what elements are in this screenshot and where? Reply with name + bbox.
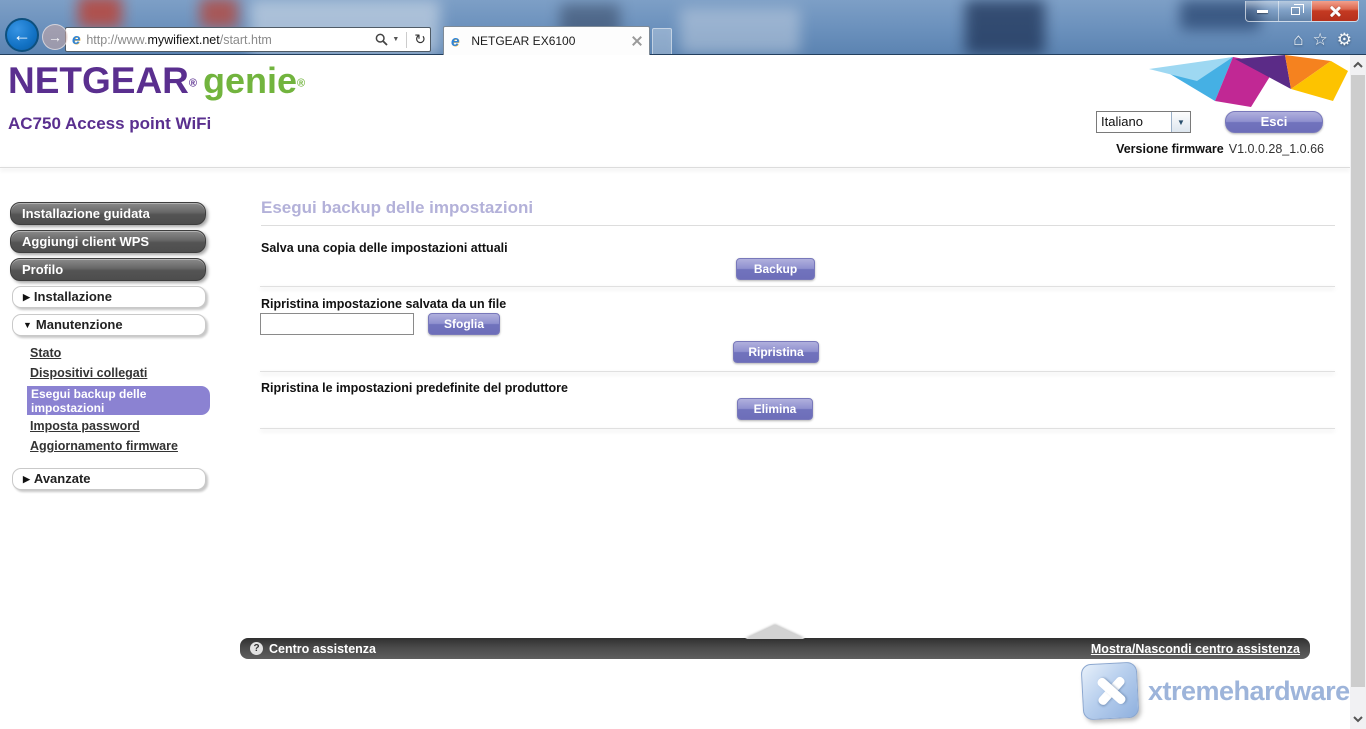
restore-button[interactable] bbox=[1279, 1, 1312, 21]
sidebar-group-manutenzione[interactable]: ▼Manutenzione bbox=[12, 314, 206, 336]
chevron-right-icon: ▶ bbox=[23, 292, 30, 302]
watermark: xtremehardware.com bbox=[1082, 663, 1366, 719]
desktop-blur-decoration bbox=[680, 8, 800, 54]
gear-icon[interactable]: ⚙ bbox=[1337, 29, 1352, 51]
backup-button[interactable]: Backup bbox=[736, 258, 815, 280]
scroll-down-icon[interactable] bbox=[1352, 713, 1364, 725]
product-title: AC750 Access point WiFi bbox=[8, 114, 211, 134]
favorites-star-icon[interactable]: ☆ bbox=[1313, 29, 1328, 51]
restore-section-label: Ripristina impostazione salvata da un fi… bbox=[261, 297, 506, 311]
language-selected-value: Italiano bbox=[1097, 112, 1171, 132]
home-icon[interactable]: ⌂ bbox=[1293, 29, 1303, 51]
factory-reset-section-label: Ripristina le impostazioni predefinite d… bbox=[261, 381, 568, 395]
new-tab-button[interactable] bbox=[652, 28, 672, 54]
desktop-blur-decoration bbox=[78, 0, 122, 28]
page-title: Esegui backup delle impostazioni bbox=[261, 198, 1335, 226]
backup-section-label: Salva una copia delle impostazioni attua… bbox=[261, 241, 508, 255]
sidebar-link-esegui-backup-selected[interactable]: Esegui backup delle impostazioni bbox=[27, 386, 210, 415]
forward-button[interactable]: → bbox=[42, 24, 68, 50]
desktop-blur-decoration bbox=[965, 0, 1045, 55]
forward-arrow-icon: → bbox=[48, 29, 62, 45]
logout-button[interactable]: Esci bbox=[1225, 111, 1323, 133]
sidebar-group-avanzate[interactable]: ▶Avanzate bbox=[12, 468, 206, 490]
desktop-blur-decoration bbox=[200, 0, 238, 28]
restore-button[interactable]: Ripristina bbox=[733, 341, 819, 363]
sidebar-link-aggiornamento-firmware[interactable]: Aggiornamento firmware bbox=[30, 439, 178, 453]
help-center-title: Centro assistenza bbox=[269, 642, 376, 656]
tab-title: NETGEAR EX6100 bbox=[471, 34, 626, 48]
sidebar-link-imposta-password[interactable]: Imposta password bbox=[30, 419, 140, 433]
sidebar-link-stato[interactable]: Stato bbox=[30, 346, 61, 360]
corner-ribbon-decoration bbox=[1135, 55, 1350, 113]
ie-tab-icon: e bbox=[451, 33, 459, 50]
brand-netgear: NETGEAR bbox=[8, 60, 189, 101]
watermark-text: xtremehardware.com bbox=[1148, 676, 1366, 707]
tab-close-icon[interactable] bbox=[632, 36, 642, 46]
firmware-version: Versione firmwareV1.0.0.28_1.0.66 bbox=[1116, 142, 1324, 156]
header-divider bbox=[0, 167, 1350, 168]
restore-icon bbox=[1291, 7, 1300, 15]
ie-page-icon: e bbox=[72, 31, 80, 48]
restore-file-input[interactable] bbox=[260, 313, 414, 335]
minimize-icon bbox=[1257, 10, 1268, 13]
sidebar-item-aggiungi-client-wps[interactable]: Aggiungi client WPS bbox=[10, 230, 206, 253]
netgear-genie-logo: NETGEAR®genie® bbox=[8, 60, 305, 102]
window-controls bbox=[1245, 1, 1359, 22]
page-scrollbar[interactable] bbox=[1350, 55, 1366, 729]
back-button[interactable]: ← bbox=[5, 18, 39, 52]
refresh-icon[interactable]: ↻ bbox=[414, 31, 426, 48]
address-bar[interactable]: e http://www.mywifiext.net/start.htm ▼ ↻ bbox=[65, 27, 431, 52]
sidebar-group-installazione[interactable]: ▶Installazione bbox=[12, 286, 206, 308]
sidebar-item-profilo[interactable]: Profilo bbox=[10, 258, 206, 281]
scroll-up-icon[interactable] bbox=[1352, 59, 1364, 71]
sidebar-link-dispositivi-collegati[interactable]: Dispositivi collegati bbox=[30, 366, 147, 380]
xtremehardware-x-icon bbox=[1081, 662, 1140, 721]
close-button[interactable] bbox=[1312, 1, 1358, 21]
question-mark-icon: ? bbox=[250, 642, 263, 655]
sidebar-item-installazione-guidata[interactable]: Installazione guidata bbox=[10, 202, 206, 225]
firmware-value: V1.0.0.28_1.0.66 bbox=[1229, 142, 1324, 156]
search-icon[interactable] bbox=[375, 33, 388, 46]
brand-genie: genie bbox=[203, 60, 297, 101]
search-dropdown-icon[interactable]: ▼ bbox=[392, 36, 399, 43]
select-caret-icon: ▼ bbox=[1171, 112, 1190, 132]
language-select[interactable]: Italiano ▼ bbox=[1096, 111, 1191, 133]
chevron-right-icon: ▶ bbox=[23, 474, 30, 484]
scrollbar-thumb[interactable] bbox=[1351, 75, 1365, 687]
help-center-bar: ? Centro assistenza Mostra/Nascondi cent… bbox=[240, 638, 1310, 659]
close-icon bbox=[1329, 5, 1341, 17]
minimize-button[interactable] bbox=[1246, 1, 1279, 21]
url-text[interactable]: http://www.mywifiext.net/start.htm bbox=[86, 33, 375, 47]
factory-reset-button[interactable]: Elimina bbox=[737, 398, 813, 420]
expand-help-triangle[interactable] bbox=[745, 625, 805, 639]
browse-button[interactable]: Sfoglia bbox=[428, 313, 500, 335]
back-arrow-icon: ← bbox=[13, 25, 31, 46]
chevron-down-icon: ▼ bbox=[23, 320, 32, 330]
browser-tab[interactable]: e NETGEAR EX6100 bbox=[443, 26, 650, 55]
browser-chrome: ← → e http://www.mywifiext.net/start.htm… bbox=[0, 0, 1366, 55]
router-admin-page: NETGEAR®genie® AC750 Access point WiFi I… bbox=[0, 55, 1366, 729]
help-toggle-link[interactable]: Mostra/Nascondi centro assistenza bbox=[1091, 642, 1300, 656]
